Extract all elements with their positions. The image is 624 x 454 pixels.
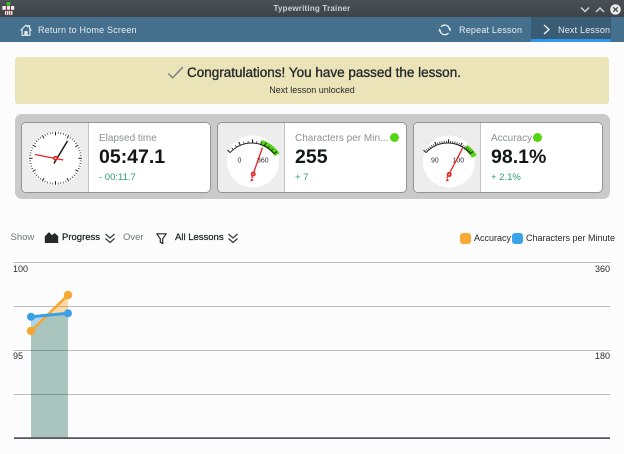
svg-text:90: 90	[431, 158, 439, 165]
svg-text:0: 0	[238, 158, 242, 165]
